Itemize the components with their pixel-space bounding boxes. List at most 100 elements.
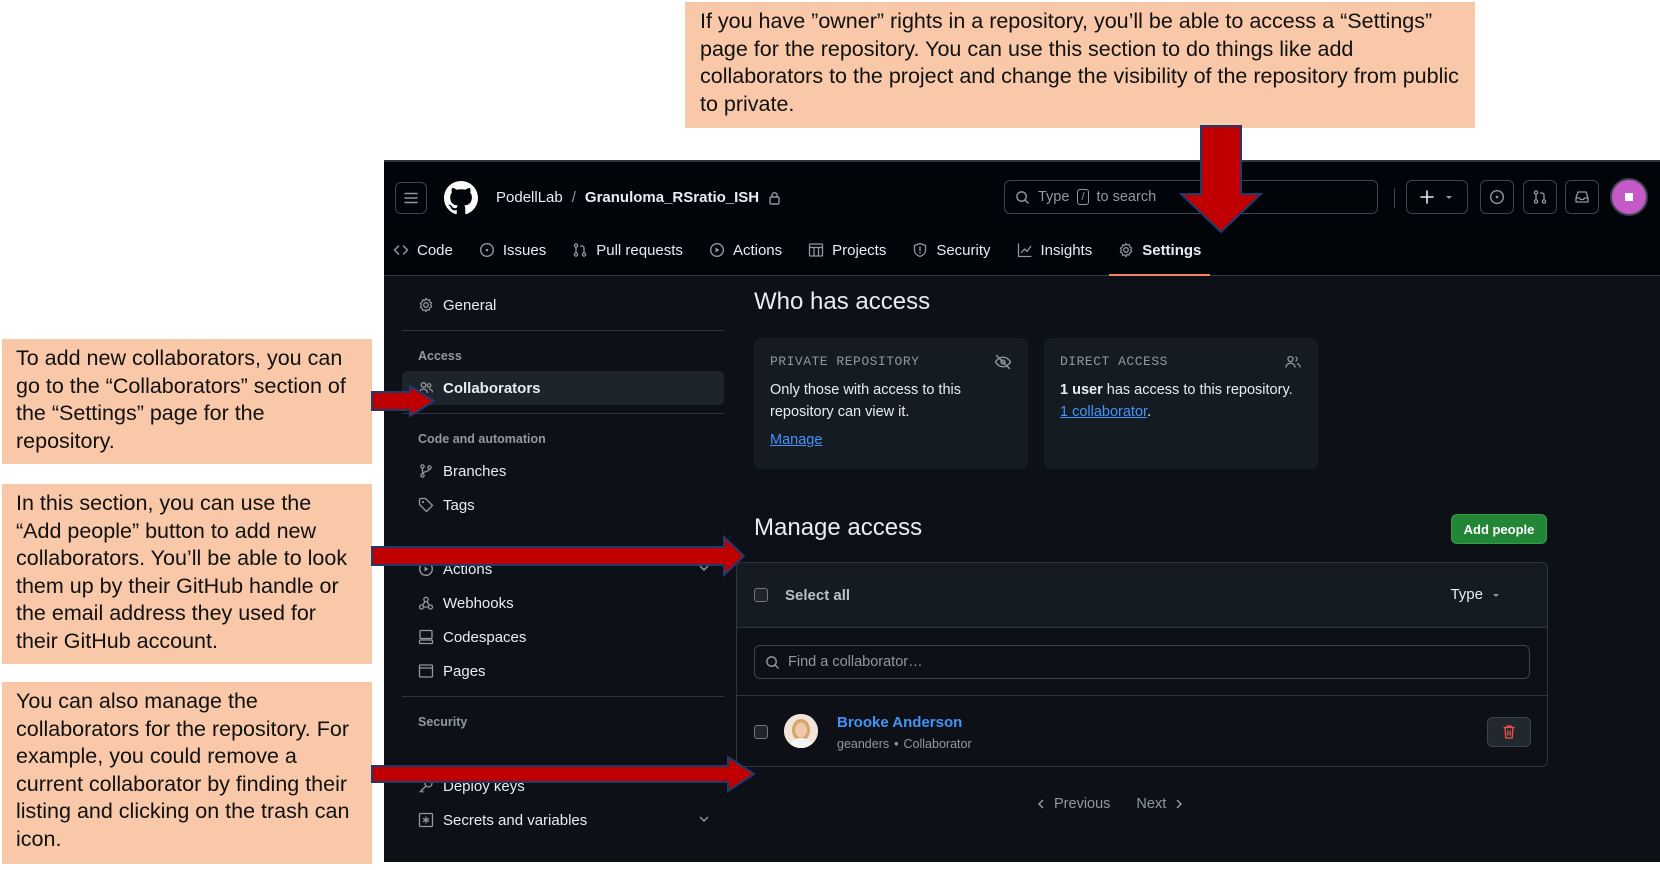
people-icon: [1285, 355, 1301, 368]
header-divider: [1394, 188, 1395, 208]
repo-tabs: Code Issues Pull requests Actions Projec…: [384, 224, 1218, 276]
inbox-button[interactable]: [1565, 180, 1599, 214]
pull-request-icon: [1533, 190, 1547, 204]
sidebar-heading-code-automation: Code and automation: [418, 432, 546, 446]
hamburger-menu-button[interactable]: [395, 182, 427, 214]
people-icon: [418, 382, 434, 394]
direct-access-sentence: has access to this repository.: [1102, 382, 1293, 398]
sidebar-item-webhooks[interactable]: Webhooks: [402, 586, 724, 620]
tab-actions-label: Actions: [732, 241, 783, 259]
graph-icon: [1017, 243, 1032, 258]
chevron-down-icon[interactable]: [698, 813, 710, 825]
tab-insights[interactable]: Insights: [1008, 224, 1102, 276]
sidebar-divider: [402, 413, 724, 414]
add-people-button[interactable]: Add people: [1451, 514, 1547, 544]
manage-access-box: Select all Type Find a collaborator… Bro…: [736, 562, 1548, 767]
sidebar-heading-access: Access: [418, 349, 462, 363]
tab-pull-requests[interactable]: Pull requests: [563, 224, 692, 276]
key-icon: [419, 779, 433, 793]
direct-access-end: .: [1147, 404, 1152, 420]
collaborator-handle: geanders: [837, 737, 890, 751]
previous-page-button[interactable]: Previous: [1036, 796, 1110, 812]
sidebar-item-label: Pages: [443, 662, 486, 680]
sidebar-item-label: Codespaces: [443, 628, 527, 646]
tab-projects-label: Projects: [832, 241, 887, 259]
find-collaborator-placeholder: Find a collaborator…: [788, 654, 923, 670]
pagination: Previous Next: [1036, 796, 1184, 812]
sidebar-item-secrets[interactable]: Secrets and variables: [402, 803, 724, 837]
private-repository-label: PRIVATE REPOSITORY: [770, 354, 920, 369]
repo-header: PodellLab / Granuloma_RSratio_ISH Type / t…: [384, 162, 1660, 276]
find-collaborator-input[interactable]: Find a collaborator…: [754, 645, 1530, 679]
direct-access-count: 1 user: [1060, 382, 1103, 398]
select-all-row: Select all Type: [737, 563, 1547, 628]
tab-security[interactable]: Security: [903, 224, 999, 276]
chevron-down-icon[interactable]: [698, 562, 710, 574]
select-all-checkbox[interactable]: [754, 588, 768, 602]
tab-settings[interactable]: Settings: [1109, 224, 1211, 276]
sidebar-item-label: General: [443, 296, 497, 314]
user-avatar[interactable]: [1610, 178, 1648, 216]
sidebar-item-general[interactable]: General: [402, 288, 724, 322]
remove-collaborator-button[interactable]: [1487, 717, 1531, 747]
breadcrumb-repo[interactable]: Granuloma_RSratio_ISH: [585, 189, 759, 206]
next-page-button[interactable]: Next: [1136, 796, 1184, 812]
collaborator-role: Collaborator: [903, 737, 972, 751]
breadcrumb-separator: /: [571, 189, 576, 206]
tab-code-label: Code: [417, 241, 453, 259]
code-icon: [393, 245, 409, 255]
collaborator-checkbox[interactable]: [754, 725, 768, 739]
gear-icon: [419, 297, 433, 313]
direct-access-label: DIRECT ACCESS: [1060, 354, 1168, 369]
manage-visibility-link[interactable]: Manage: [770, 432, 822, 448]
tab-issues[interactable]: Issues: [470, 224, 555, 276]
previous-label: Previous: [1054, 796, 1111, 812]
collaborator-name-link[interactable]: Brooke Anderson: [837, 714, 962, 731]
tab-actions[interactable]: Actions: [700, 224, 791, 276]
tab-projects[interactable]: Projects: [799, 224, 895, 276]
issues-button[interactable]: [1480, 180, 1514, 214]
issue-icon: [1489, 189, 1505, 205]
sidebar-item-codespaces[interactable]: Codespaces: [402, 620, 724, 654]
play-icon: [418, 561, 434, 577]
pull-requests-button[interactable]: [1523, 180, 1557, 214]
tab-code[interactable]: Code: [384, 224, 462, 276]
type-filter-dropdown[interactable]: Type: [1450, 586, 1501, 603]
settings-sidebar: General Access Collaborators Code and au…: [402, 288, 724, 837]
search-input[interactable]: Type / to search: [1004, 180, 1378, 214]
sidebar-divider: [402, 330, 724, 331]
collaborator-count-link[interactable]: 1 collaborator: [1060, 404, 1147, 420]
search-shortcut-key: /: [1077, 189, 1089, 205]
sidebar-item-tags[interactable]: Tags: [402, 488, 724, 522]
github-logo-icon[interactable]: [444, 181, 478, 215]
sidebar-item-label: Webhooks: [443, 594, 514, 612]
tab-pull-requests-label: Pull requests: [596, 241, 683, 259]
breadcrumb-owner[interactable]: PodellLab: [496, 189, 563, 206]
search-prefix: Type: [1038, 189, 1070, 205]
caret-down-icon: [1493, 593, 1499, 597]
caret-down-icon: [1446, 196, 1452, 199]
sidebar-item-deploy-keys[interactable]: Deploy keys: [402, 769, 724, 803]
hamburger-icon: [404, 192, 418, 204]
sidebar-item-collaborators[interactable]: Collaborators: [402, 371, 724, 405]
sidebar-item-label: Tags: [443, 496, 475, 514]
sidebar-item-branches[interactable]: Branches: [402, 454, 724, 488]
plus-icon: [1420, 190, 1434, 204]
sidebar-item-actions[interactable]: Actions: [402, 552, 724, 586]
sidebar-obscured-row: [402, 737, 724, 769]
table-icon: [808, 243, 824, 257]
issue-icon: [479, 242, 494, 258]
trash-icon: [1503, 725, 1515, 739]
direct-access-text: 1 user has access to this repository. 1 …: [1060, 379, 1302, 423]
sidebar-item-label: Branches: [443, 462, 507, 480]
sidebar-item-label: Secrets and variables: [443, 811, 588, 829]
tab-security-label: Security: [936, 241, 991, 259]
sidebar-item-pages[interactable]: Pages: [402, 654, 724, 688]
manage-access-title: Manage access: [754, 514, 923, 541]
create-new-button[interactable]: [1406, 180, 1468, 214]
search-icon: [766, 655, 779, 669]
private-repository-text: Only those with access to this repositor…: [770, 382, 961, 420]
pull-request-icon: [573, 243, 587, 257]
github-settings-window: PodellLab / Granuloma_RSratio_ISH Type / t…: [384, 160, 1660, 862]
search-icon: [1016, 190, 1029, 204]
